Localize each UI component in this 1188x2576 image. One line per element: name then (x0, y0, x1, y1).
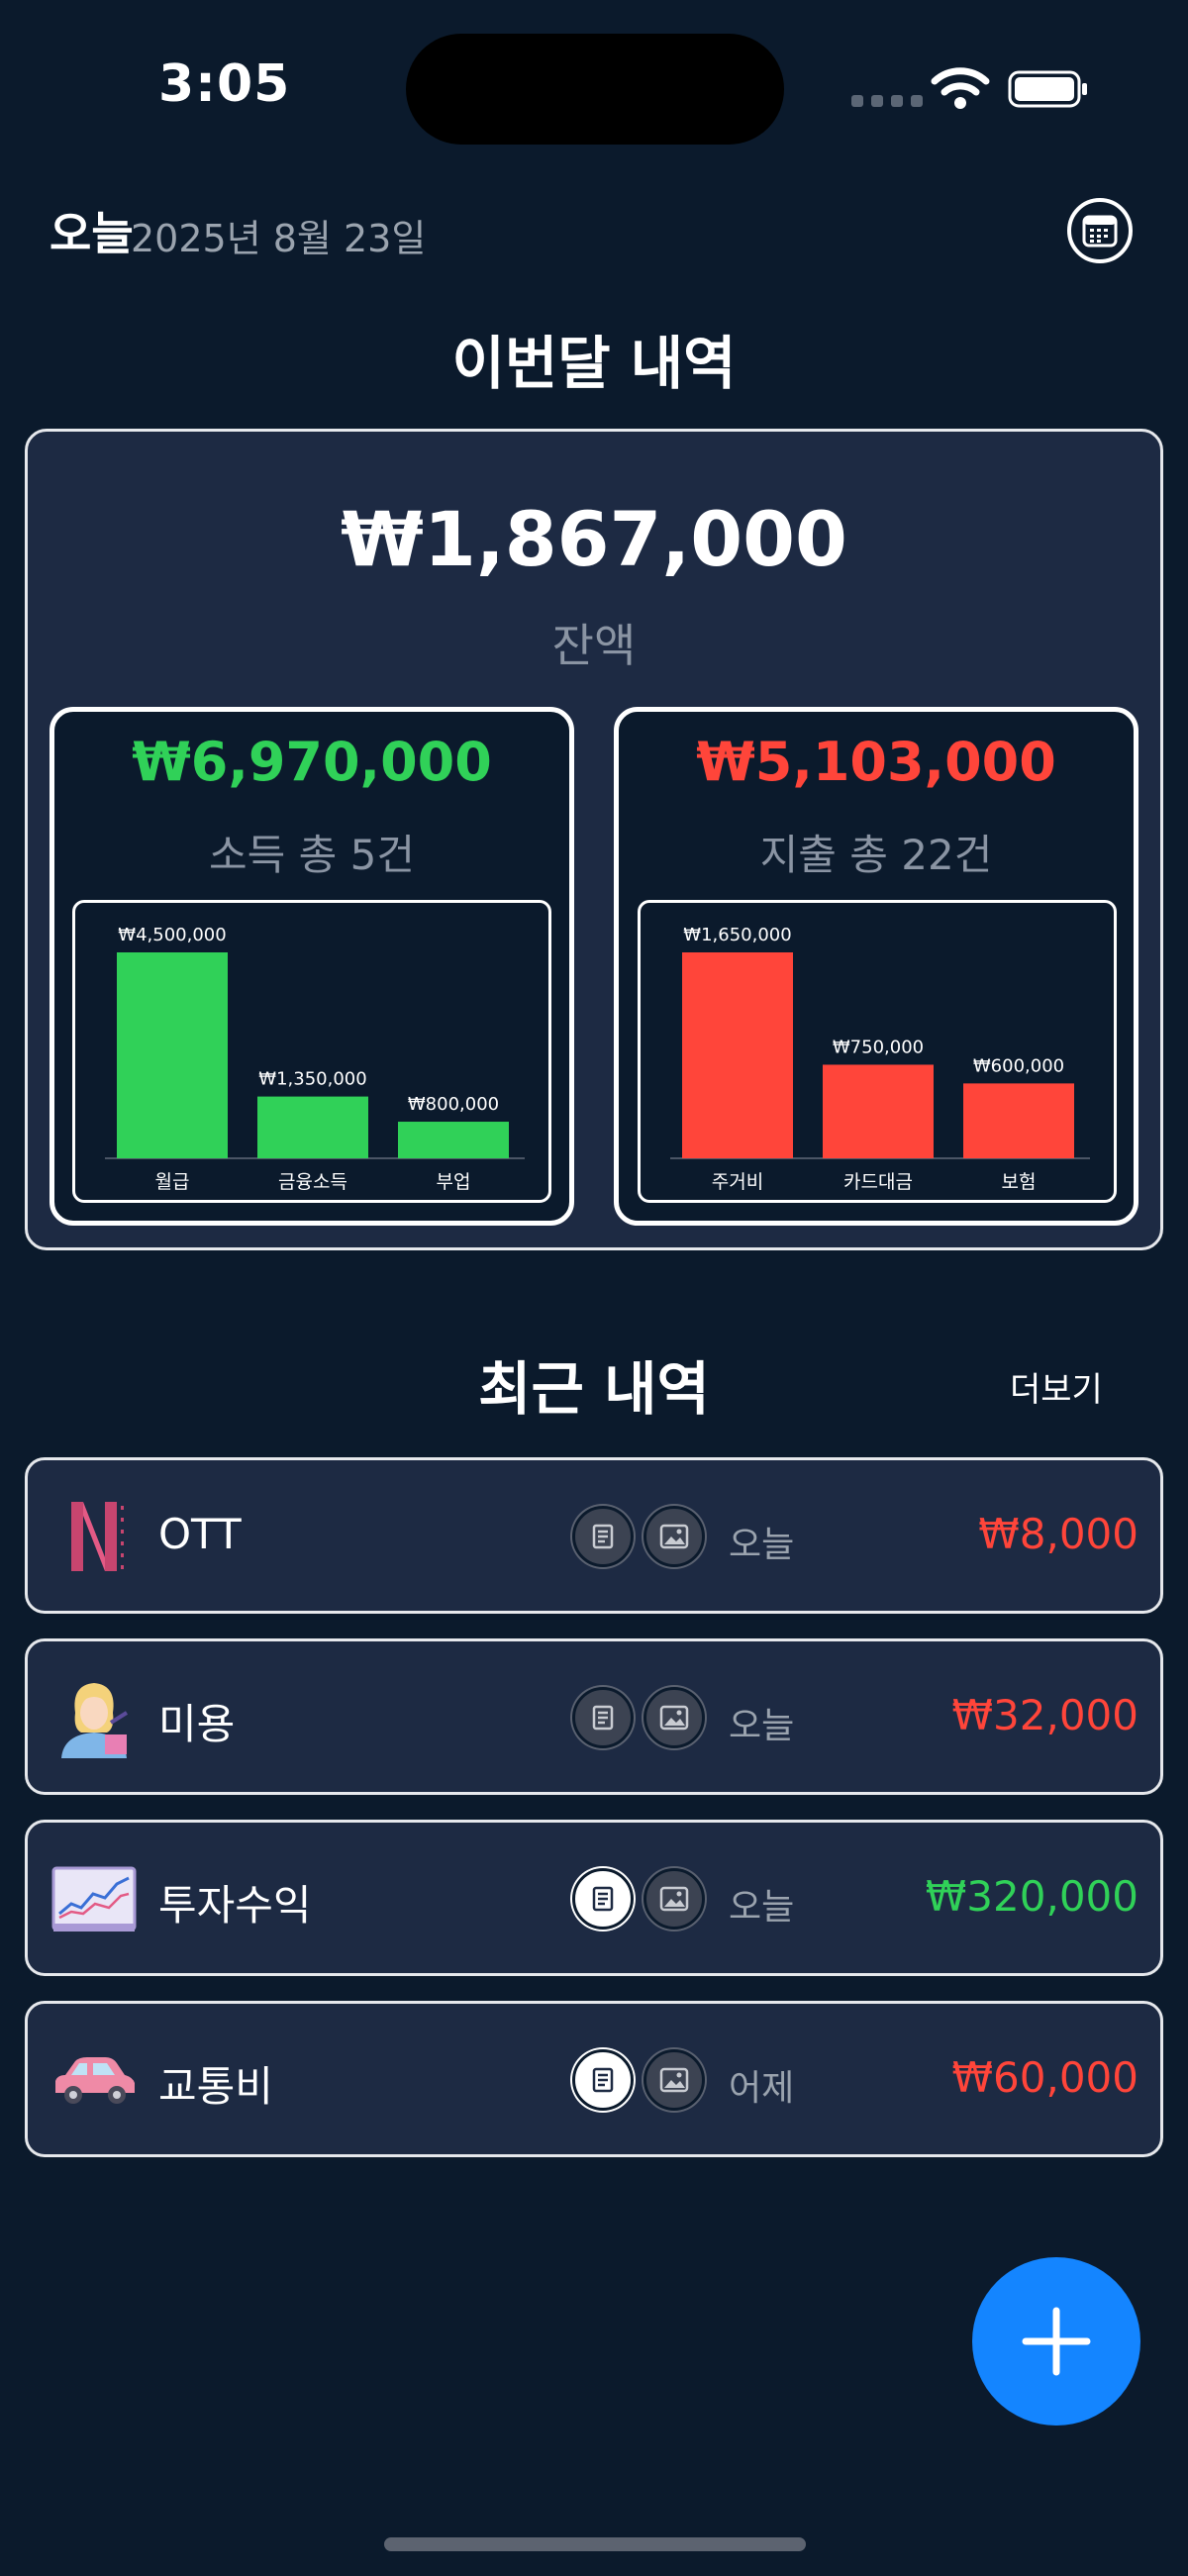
stock-chart-icon (51, 1866, 137, 1932)
chart-category-label: 부업 (437, 1171, 471, 1193)
chart-data-label: ₩1,350,000 (258, 1069, 366, 1090)
transaction-name: 미용 (158, 1700, 236, 1748)
chart-data-label: ₩4,500,000 (118, 925, 226, 945)
chart-category-label: 금융소득 (278, 1171, 347, 1193)
photo-badge[interactable] (644, 1506, 705, 1567)
memo-badge[interactable] (572, 1687, 634, 1748)
transaction-row[interactable]: 투자수익 오늘 ₩320,000 (25, 1820, 1163, 1976)
today-date[interactable]: 2025년 8월 23일 (131, 208, 426, 262)
netflix-icon (71, 1502, 124, 1571)
expense-chart: ₩1,650,000 주거비 ₩750,000 카드대금 ₩600,000 보험 (638, 900, 1117, 1203)
balance-amount: ₩1,867,000 (341, 495, 847, 583)
plus-icon (1022, 2307, 1091, 2376)
monthly-title: 이번달 내역 (451, 330, 737, 397)
transaction-row[interactable]: OTT 오늘 ₩8,000 (25, 1457, 1163, 1614)
chart-bar (963, 1083, 1074, 1158)
chart-data-label: ₩750,000 (833, 1037, 924, 1057)
income-chart: ₩4,500,000 월급 ₩1,350,000 금융소득 ₩800,000 부업 (72, 900, 551, 1203)
chart-data-label: ₩1,650,000 (683, 925, 791, 945)
chart-bar (257, 1096, 368, 1158)
transaction-date: 오늘 (729, 1706, 795, 1746)
dynamic-island (406, 34, 784, 145)
income-count: 소득 총 5건 (209, 831, 415, 879)
income-total: ₩6,970,000 (132, 731, 492, 793)
photo-badge[interactable] (644, 1868, 705, 1930)
chart-category-label: 주거비 (712, 1171, 763, 1193)
balance-label: 잔액 (551, 619, 637, 672)
calendar-icon (1082, 215, 1118, 248)
memo-icon (592, 1524, 614, 1549)
chart-bar (823, 1064, 934, 1158)
chart-category-label: 카드대금 (843, 1171, 913, 1193)
photo-icon (659, 1524, 689, 1549)
transaction-name: 투자수익 (158, 1881, 312, 1930)
today-label: 오늘 (50, 207, 134, 260)
transaction-row[interactable]: 미용 오늘 ₩32,000 (25, 1638, 1163, 1795)
memo-icon (592, 1705, 614, 1731)
beauty-icon (61, 1683, 129, 1758)
chart-bar (682, 952, 793, 1158)
photo-icon (659, 2067, 689, 2093)
expense-total: ₩5,103,000 (696, 731, 1056, 793)
income-bar-chart: ₩4,500,000 월급 ₩1,350,000 금융소득 ₩800,000 부업 (105, 925, 525, 1193)
transaction-name: OTT (158, 1510, 242, 1558)
transaction-amount: ₩320,000 (925, 1872, 1138, 1921)
photo-icon (659, 1886, 689, 1912)
add-transaction-button[interactable] (972, 2257, 1140, 2426)
chart-category-label: 월급 (155, 1171, 190, 1193)
memo-badge[interactable] (572, 1506, 634, 1567)
memo-badge[interactable] (572, 2049, 634, 2111)
calendar-button[interactable] (1067, 198, 1133, 263)
memo-badge[interactable] (572, 1868, 634, 1930)
chart-data-label: ₩600,000 (973, 1055, 1064, 1076)
transaction-amount: ₩8,000 (978, 1510, 1138, 1558)
memo-icon (592, 1886, 614, 1912)
expense-bar-chart: ₩1,650,000 주거비 ₩750,000 카드대금 ₩600,000 보험 (670, 925, 1090, 1193)
transaction-row[interactable]: 교통비 어제 ₩60,000 (25, 2001, 1163, 2157)
photo-badge[interactable] (644, 1687, 705, 1748)
expense-count: 지출 총 22건 (759, 831, 993, 879)
transaction-date: 오늘 (729, 1887, 795, 1928)
car-icon (55, 2057, 135, 2104)
transaction-date: 오늘 (729, 1525, 795, 1565)
status-time: 3:05 (158, 54, 291, 114)
chart-bar (117, 952, 228, 1158)
cellular-signal-icon (851, 95, 923, 107)
chart-category-label: 보험 (1002, 1171, 1037, 1193)
wifi-icon (931, 67, 990, 109)
photo-badge[interactable] (644, 2049, 705, 2111)
transaction-date: 어제 (729, 2068, 795, 2109)
photo-icon (659, 1705, 689, 1731)
chart-bar (398, 1122, 509, 1158)
memo-icon (592, 2067, 614, 2093)
transaction-amount: ₩32,000 (951, 1691, 1139, 1739)
transaction-amount: ₩60,000 (951, 2053, 1139, 2102)
transaction-name: 교통비 (158, 2062, 273, 2111)
chart-data-label: ₩800,000 (408, 1094, 499, 1115)
battery-icon (1008, 70, 1087, 108)
home-indicator (384, 2537, 806, 2551)
more-link[interactable]: 더보기 (1010, 1362, 1103, 1411)
